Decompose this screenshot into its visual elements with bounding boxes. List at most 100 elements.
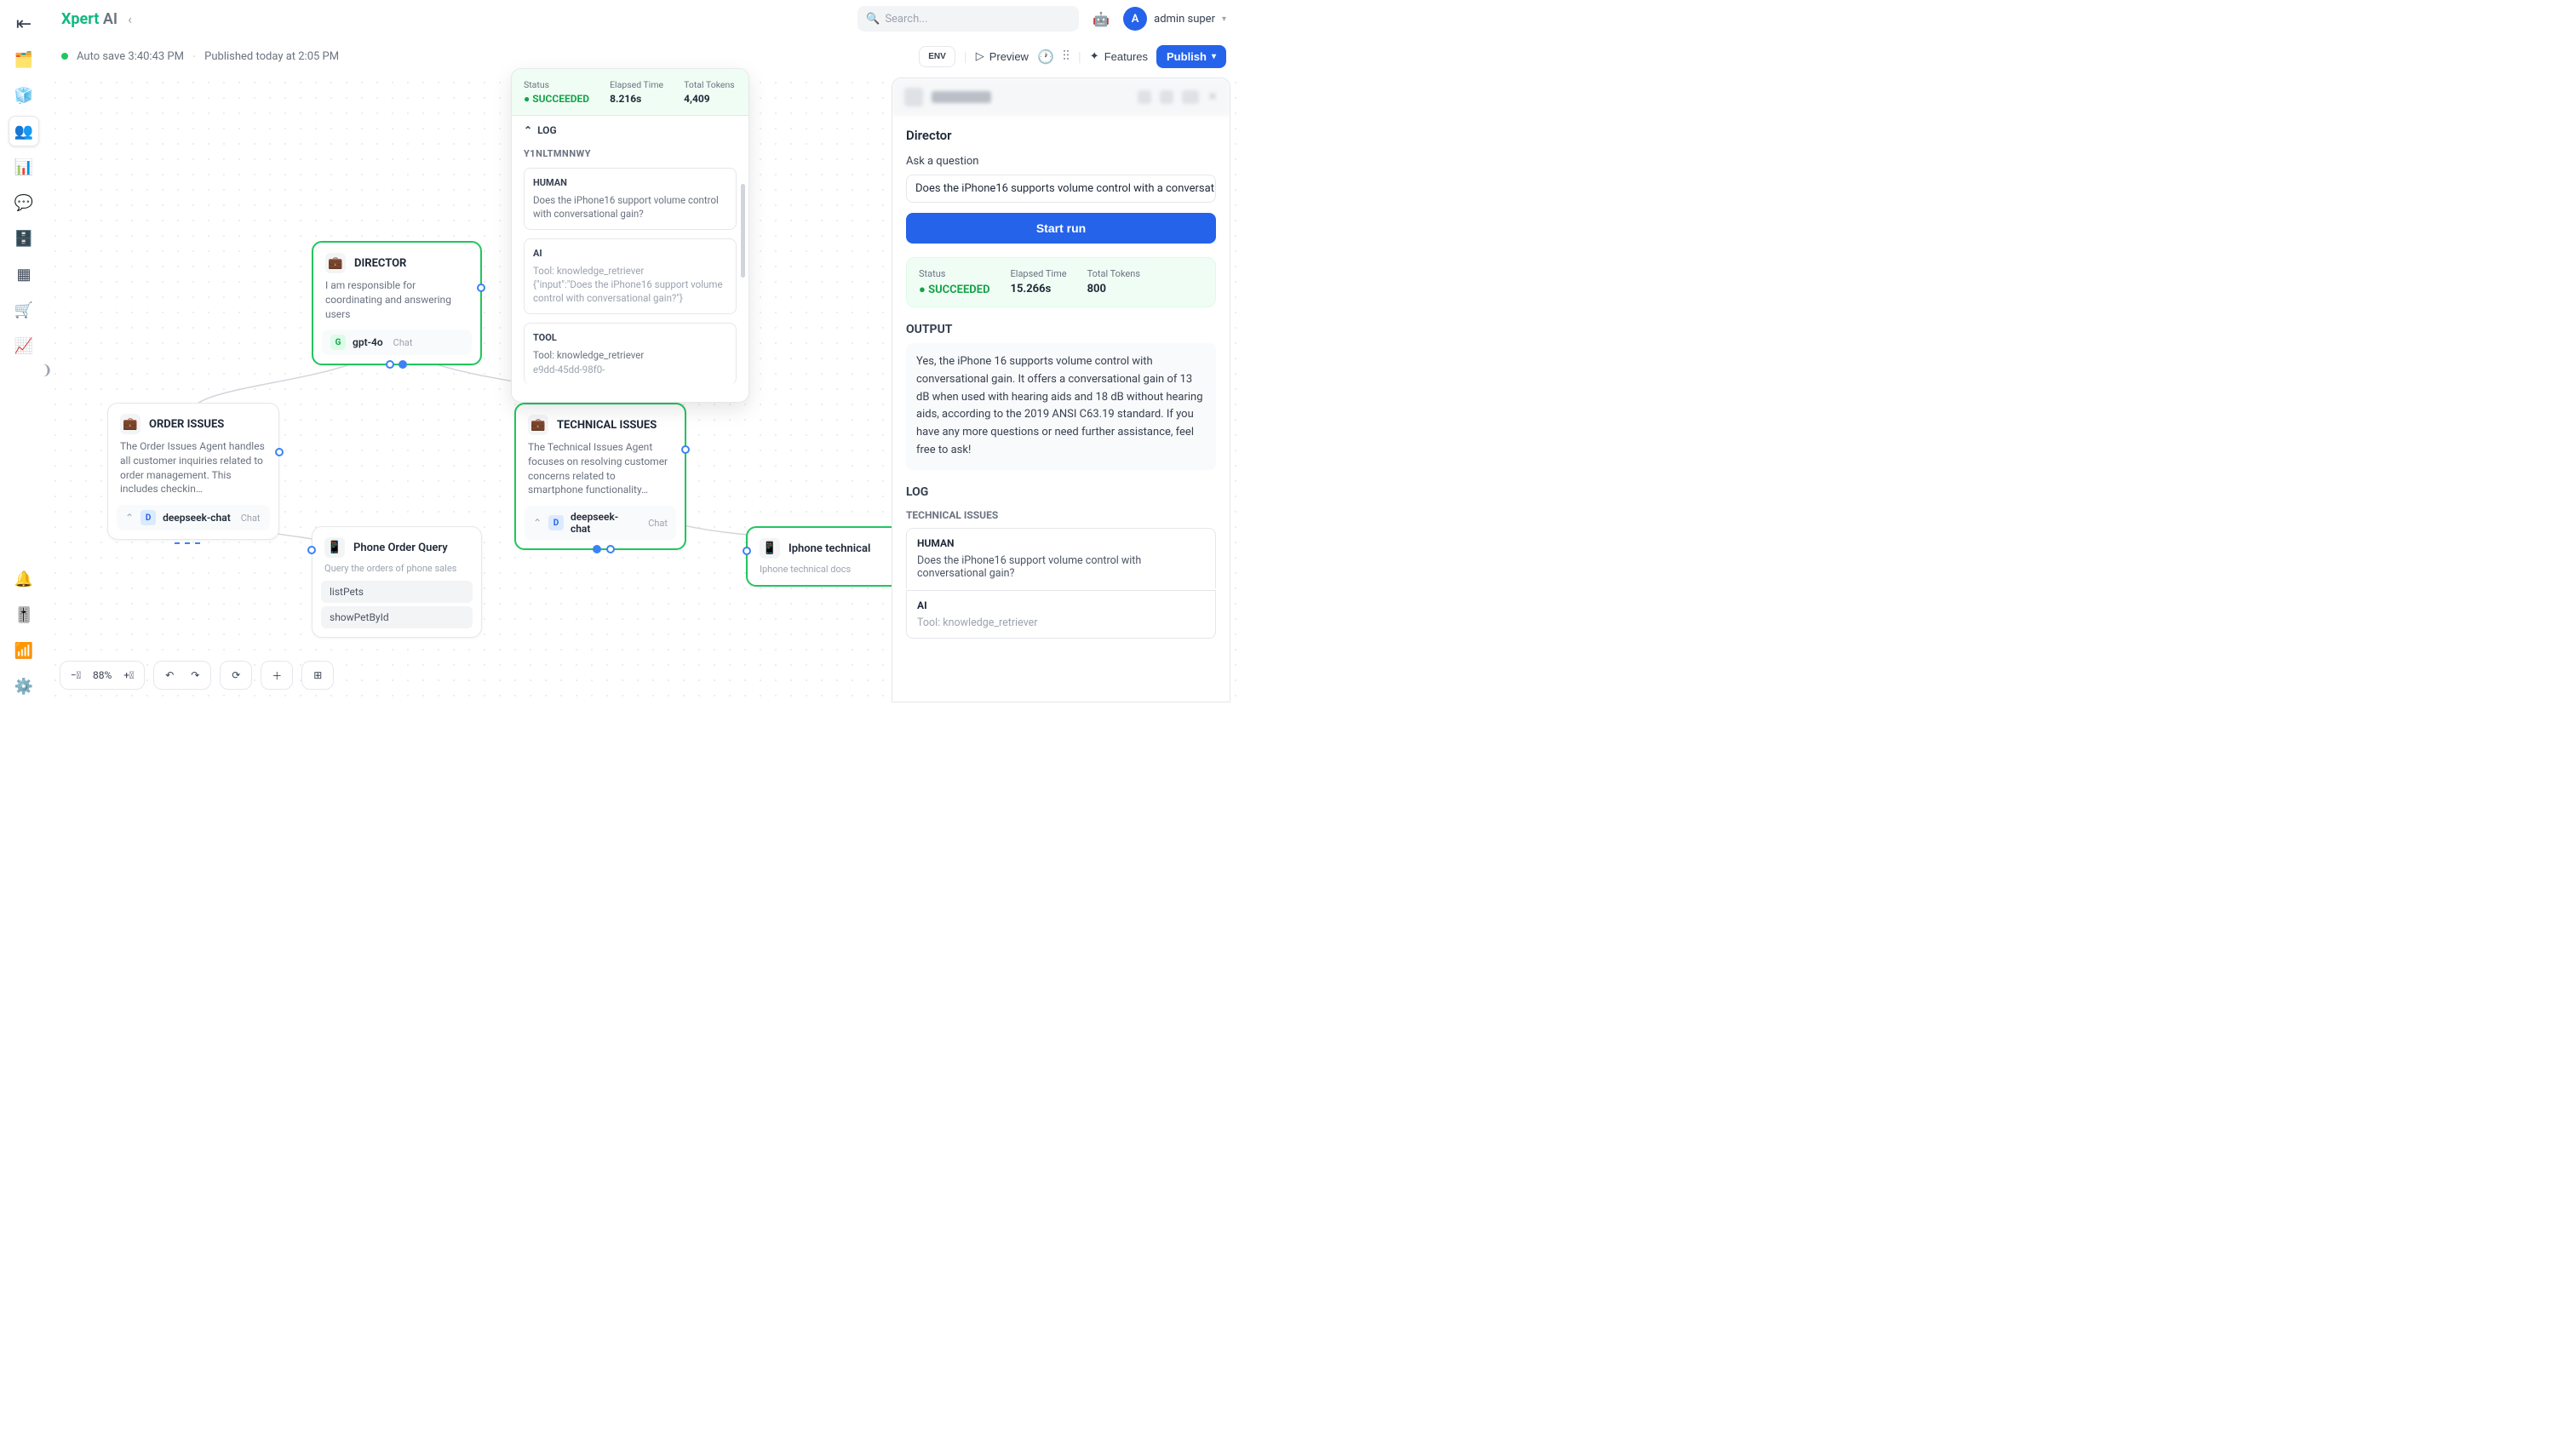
model-badge-icon: G <box>330 335 346 350</box>
preview-button[interactable]: ▷Preview <box>976 49 1029 63</box>
layout-button[interactable]: ⊞ <box>309 667 326 684</box>
model-badge-icon: D <box>141 510 156 525</box>
dash-port[interactable] <box>195 542 200 544</box>
node-title: ORDER ISSUES <box>149 418 224 431</box>
elapsed-label: Elapsed Time <box>610 79 663 90</box>
model-row[interactable]: ⌃ D deepseek-chat Chat <box>117 505 270 530</box>
node-desc: The Order Issues Agent handles all custo… <box>108 439 278 505</box>
node-title: DIRECTOR <box>354 257 406 270</box>
node-desc: Iphone technical docs <box>748 564 915 585</box>
play-icon: ▷ <box>976 49 984 63</box>
node-order-issues[interactable]: 💼 ORDER ISSUES The Order Issues Agent ha… <box>107 403 279 540</box>
tokens-label: Total Tokens <box>684 79 735 90</box>
output-port-2[interactable] <box>399 360 407 369</box>
side-port[interactable] <box>681 445 690 454</box>
expand-icon: ⌃ <box>125 512 134 524</box>
agent-label: TECHNICAL ISSUES <box>906 509 1216 521</box>
ask-label: Ask a question <box>906 155 1216 168</box>
dash-port[interactable] <box>185 542 190 544</box>
layout-icon[interactable]: ⫶⫶ <box>1063 48 1070 65</box>
run-log-popover: Status ● SUCCEEDED Elapsed Time 8.216s Tot… <box>511 68 749 403</box>
cart-icon[interactable]: 🛒 <box>9 295 39 325</box>
chevron-up-icon: ⌃ <box>524 124 532 136</box>
features-button[interactable]: ✦Features <box>1090 49 1148 63</box>
briefcase-icon: 💼 <box>120 414 141 434</box>
log-heading: LOG <box>906 485 1216 499</box>
session-id: Y1NLTMNNWY <box>524 148 737 159</box>
question-input[interactable]: Does the iPhone16 supports volume contro… <box>906 175 1216 203</box>
side-port[interactable] <box>477 284 485 292</box>
scrollbar[interactable] <box>741 184 745 278</box>
apps-icon[interactable]: ▦ <box>9 259 39 289</box>
node-title: TECHNICAL ISSUES <box>557 419 657 432</box>
run-panel: ✕ Director Ask a question Does the iPhon… <box>892 78 1230 702</box>
node-desc: I am responsible for coordinating and an… <box>313 278 480 330</box>
output-port[interactable] <box>593 545 601 553</box>
model-name: deepseek-chat <box>163 512 231 524</box>
chat-tag: Chat <box>393 337 413 348</box>
search-input[interactable]: 🔍 Search... <box>857 6 1079 32</box>
zoom-in-button[interactable]: +⃝ <box>120 667 137 684</box>
model-name: gpt-4o <box>353 336 383 348</box>
zoom-out-button[interactable]: −⃝ <box>67 667 84 684</box>
output-port[interactable] <box>386 360 394 369</box>
node-desc: Query the orders of phone sales <box>313 563 481 577</box>
app-logo: Xpert AI <box>61 10 118 28</box>
node-technical-issues[interactable]: 💼 TECHNICAL ISSUES The Technical Issues … <box>514 403 686 550</box>
node-iphone-technical[interactable]: 📱 Iphone technical Iphone technical docs <box>746 526 916 587</box>
agents-icon[interactable]: 👥 <box>9 116 39 146</box>
status-value: ● SUCCEEDED <box>524 93 589 105</box>
model-row[interactable]: G gpt-4o Chat <box>322 330 472 355</box>
user-menu[interactable]: A admin super ▾ <box>1123 7 1226 31</box>
notifications-icon[interactable]: 🔔 <box>9 564 39 594</box>
models-icon[interactable]: 🧊 <box>9 80 39 111</box>
autosave-text: Auto save 3:40:43 PM <box>77 50 184 63</box>
briefcase-icon: 💼 <box>325 253 346 273</box>
model-badge-icon: D <box>548 515 564 530</box>
elapsed-value: 8.216s <box>610 93 641 105</box>
node-desc: The Technical Issues Agent focuses on re… <box>516 440 685 506</box>
status-label: Status <box>524 79 589 90</box>
publish-button[interactable]: Publish▾ <box>1156 45 1226 68</box>
tool-showpetbyid[interactable]: showPetById <box>321 606 473 628</box>
prompts-icon[interactable]: 💬 <box>9 187 39 218</box>
input-port[interactable] <box>743 547 751 555</box>
undo-button[interactable]: ↶ <box>161 667 178 684</box>
search-icon: 🔍 <box>866 13 880 26</box>
log-message-ai: AI Tool: knowledge_retriever {"input":"D… <box>524 238 737 314</box>
log-heading[interactable]: ⌃LOG <box>524 124 737 136</box>
database-icon[interactable]: 🗄️ <box>9 223 39 254</box>
env-button[interactable]: ENV <box>919 46 955 67</box>
history-icon[interactable]: 🕐 <box>1037 49 1054 65</box>
add-node-button[interactable]: ＋ <box>268 667 285 684</box>
status-dot <box>61 53 68 60</box>
menu-icon[interactable]: ⇤ <box>9 9 39 39</box>
output-port-2[interactable] <box>606 545 615 553</box>
node-director[interactable]: 💼 DIRECTOR I am responsible for coordina… <box>312 241 482 365</box>
top-bar: Xpert AI ‹ 🔍 Search... 🤖 A admin super ▾ <box>48 0 1240 37</box>
history-button[interactable]: ⟳ <box>227 667 244 684</box>
back-button[interactable]: ‹ <box>128 11 132 27</box>
trends-icon[interactable]: 📈 <box>9 330 39 361</box>
signal-icon[interactable]: 📶 <box>9 635 39 666</box>
start-run-button[interactable]: Start run <box>906 213 1216 244</box>
redo-button[interactable]: ↷ <box>186 667 204 684</box>
dash-port[interactable] <box>175 542 180 544</box>
analytics-icon[interactable]: 📊 <box>9 152 39 182</box>
workspace-icon[interactable]: 🗂️ <box>9 44 39 75</box>
node-title: Phone Order Query <box>353 542 448 554</box>
tune-icon[interactable]: 🎚️ <box>9 599 39 630</box>
log-message-human: HUMAN Does the iPhone16 support volume c… <box>524 168 737 230</box>
chevron-down-icon: ▾ <box>1212 52 1216 61</box>
robot-icon[interactable]: 🤖 <box>1089 7 1113 31</box>
search-placeholder: Search... <box>885 13 927 26</box>
settings-icon[interactable]: ⚙️ <box>9 671 39 702</box>
model-row[interactable]: ⌃ D deepseek-chat Chat <box>525 506 676 540</box>
side-port[interactable] <box>275 448 284 456</box>
close-icon[interactable]: ✕ <box>1207 90 1218 104</box>
panel-header-ghost: ✕ <box>892 78 1230 116</box>
tool-listpets[interactable]: listPets <box>321 581 473 603</box>
input-port[interactable] <box>307 546 316 554</box>
chevron-down-icon: ▾ <box>1222 14 1226 24</box>
node-phone-order-query[interactable]: 📱 Phone Order Query Query the orders of … <box>312 526 482 638</box>
